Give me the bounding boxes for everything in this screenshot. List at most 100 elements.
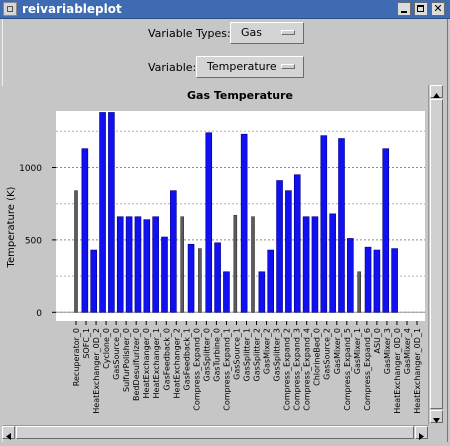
bar xyxy=(116,216,124,313)
dropdown-indicator-icon xyxy=(281,64,295,69)
x-tick-label: SulfurPolisher_0 xyxy=(122,328,131,392)
bar xyxy=(205,132,213,313)
bar xyxy=(143,219,151,313)
minimize-button[interactable] xyxy=(397,2,411,16)
x-tick-label: BedDesulfurizer_0 xyxy=(132,328,141,401)
window-title: reivariableplot xyxy=(22,2,122,16)
bar xyxy=(311,216,319,313)
bar xyxy=(258,271,266,313)
horizontal-scrollbar[interactable] xyxy=(2,425,428,440)
x-tick-label: SOFC_1 xyxy=(82,328,91,359)
x-tick-label: GasSplitter_1 xyxy=(243,328,252,381)
bar xyxy=(373,249,381,313)
y-axis-label: Temperature (K) xyxy=(6,186,17,268)
bar xyxy=(391,248,398,313)
bar xyxy=(214,242,221,313)
y-tick-label: 0 xyxy=(36,309,42,319)
bar xyxy=(125,216,133,313)
x-tick-label: GasSplitter_2 xyxy=(253,328,262,381)
x-tick-label: GasMixer_2 xyxy=(263,328,272,374)
x-tick-label: Compress_Expand_6 xyxy=(363,328,372,411)
bar xyxy=(198,248,202,313)
x-tick-label: HeatExchanger_1 xyxy=(152,328,161,398)
plot-area: Gas Temperature 0 500 1000 Recuperator_0 SO… xyxy=(2,86,426,424)
x-tick-label: Compress_Expand_4 xyxy=(303,328,312,411)
y-tick-label: 500 xyxy=(25,236,42,246)
window-menu-icon[interactable] xyxy=(3,2,17,16)
x-tick-label: GasMixer_1 xyxy=(353,328,362,374)
bar xyxy=(233,214,238,313)
bar xyxy=(364,246,372,313)
variable-label: Variable: xyxy=(148,61,197,74)
scroll-up-button[interactable] xyxy=(430,85,443,98)
variable-value: Temperature xyxy=(207,60,277,73)
x-tick-label: Compress_Expand_5 xyxy=(343,328,352,411)
scroll-right-button[interactable] xyxy=(415,426,428,440)
bar xyxy=(240,133,248,313)
title-bar[interactable]: reivariableplot ✕ xyxy=(0,0,450,19)
x-tick-label: ASU_0 xyxy=(373,328,382,354)
x-tick-label: Compress_Expand_3 xyxy=(293,328,302,411)
scroll-down-button[interactable] xyxy=(430,410,443,423)
bar xyxy=(180,216,184,313)
x-tick-label: GasTurbine_0 xyxy=(212,328,221,382)
bar xyxy=(302,216,310,313)
x-tick-label: GasSource_1 xyxy=(232,328,241,380)
bar xyxy=(161,236,168,313)
bar xyxy=(285,190,292,313)
arrow-left-icon xyxy=(6,433,11,440)
bar xyxy=(74,190,78,313)
bar xyxy=(152,216,159,313)
x-tick-label: HeatExchanger_0D_2 xyxy=(92,328,101,414)
x-tick-label: GasMixer_4 xyxy=(403,328,412,374)
bar xyxy=(320,135,328,313)
x-tick-label: GasFeedback_1 xyxy=(182,328,191,390)
bar xyxy=(99,112,106,313)
bar xyxy=(90,249,97,313)
bar xyxy=(338,138,345,313)
x-tick-label: GasSplitter_3 xyxy=(273,328,282,381)
x-tick-label: Compress_Expand_1 xyxy=(222,328,231,411)
x-tick-label: HeatExchanger_0D_1 xyxy=(413,328,422,414)
y-tick-label: 1000 xyxy=(19,164,42,174)
bar xyxy=(223,271,230,313)
x-tick-label: Compress_Expand_0 xyxy=(192,328,201,411)
variable-select[interactable]: Temperature xyxy=(196,56,304,78)
chart-title: Gas Temperature xyxy=(187,89,293,102)
bar xyxy=(357,271,362,313)
bar xyxy=(276,180,283,313)
dropdown-indicator-icon xyxy=(281,30,295,35)
bar xyxy=(267,249,275,313)
x-tick-label: HeatExchanger_0D_0 xyxy=(393,328,402,414)
vertical-scroll-thumb[interactable] xyxy=(430,99,443,409)
maximize-button[interactable] xyxy=(414,2,428,16)
bar xyxy=(382,148,390,313)
bar xyxy=(187,243,195,313)
vertical-scrollbar[interactable] xyxy=(428,85,443,425)
variable-types-value: Gas xyxy=(241,26,262,39)
variable-types-label: Variable Types: xyxy=(148,27,231,40)
close-button[interactable]: ✕ xyxy=(431,2,445,16)
bar xyxy=(293,174,301,313)
x-tick-label: GasSource_2 xyxy=(323,328,332,380)
bar xyxy=(329,213,336,313)
bar xyxy=(134,216,142,313)
x-tick-label: GasSplitter_0 xyxy=(202,328,211,381)
bar-chart: Gas Temperature 0 500 1000 Recuperator_0 SO… xyxy=(6,89,425,414)
variable-types-select[interactable]: Gas xyxy=(230,22,304,44)
x-tick-label: Recuperator_0 xyxy=(72,328,81,386)
x-tick-label: Compress_Expand_2 xyxy=(283,328,292,411)
bar xyxy=(251,216,255,313)
scroll-left-button[interactable] xyxy=(2,426,15,440)
x-tick-label: Cyclone_0 xyxy=(102,328,111,369)
x-tick-label: HeatExchanger_0 xyxy=(142,328,151,398)
arrow-right-icon xyxy=(419,433,424,440)
x-tick-label: GasMixer_3 xyxy=(383,328,392,374)
x-tick-label: ChlorineBed_0 xyxy=(313,328,322,386)
x-tick-label: GasFeedback_0 xyxy=(162,328,171,390)
x-tick-label: HeatExchanger_2 xyxy=(172,328,181,398)
bar xyxy=(347,238,354,313)
x-tick-label: GasMixer_0 xyxy=(333,328,342,374)
horizontal-scroll-thumb[interactable] xyxy=(16,426,414,439)
x-tick-label: GasSource_0 xyxy=(112,328,121,380)
